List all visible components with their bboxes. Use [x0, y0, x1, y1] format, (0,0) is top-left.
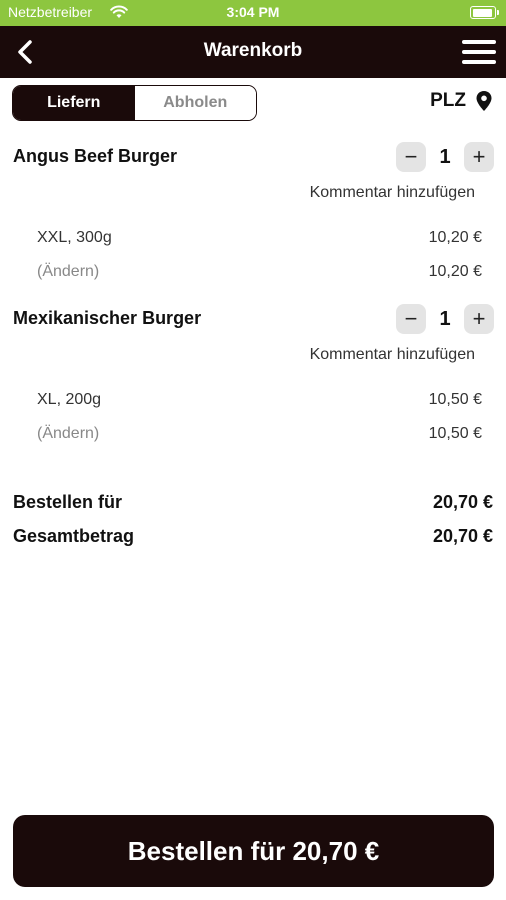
minus-icon[interactable]: − — [396, 304, 426, 334]
plz-selector[interactable]: PLZ — [430, 90, 492, 112]
plus-icon[interactable]: + — [464, 142, 494, 172]
tab-abholen[interactable]: Abholen — [134, 86, 256, 120]
total-label: Gesamtbetrag — [13, 526, 135, 546]
change-option-link[interactable]: (Ändern) — [37, 263, 99, 281]
option-price: 10,20 € — [428, 229, 482, 246]
item-quantity: 1 — [439, 145, 451, 168]
cart-item: Angus Beef Burger − 1 + Kommentar hinzuf… — [0, 142, 506, 296]
plz-label: PLZ — [430, 90, 466, 111]
order-subtotal-row: Bestellen für 20,70 € — [13, 492, 493, 513]
item-option-row: XXL, 300g 10,20 € — [37, 229, 482, 247]
option-label: XL, 200g — [37, 391, 102, 408]
delivery-mode-toggle: Liefern Abholen — [12, 85, 257, 121]
plus-icon[interactable]: + — [464, 304, 494, 334]
add-comment-link[interactable]: Kommentar hinzufügen — [310, 346, 475, 364]
item-name: Mexikanischer Burger — [13, 308, 202, 328]
checkout-button[interactable]: Bestellen für 20,70 € — [13, 815, 494, 887]
item-quantity: 1 — [439, 307, 451, 330]
item-name: Angus Beef Burger — [13, 146, 178, 166]
hamburger-menu-icon[interactable] — [462, 39, 496, 65]
quantity-stepper: − 1 + — [396, 142, 494, 172]
cart-item: Mexikanischer Burger − 1 + Kommentar hin… — [0, 304, 506, 458]
status-time: 3:04 PM — [226, 4, 280, 20]
item-change-row: (Ändern) 10,50 € — [37, 425, 482, 443]
option-label: XXL, 300g — [37, 229, 112, 246]
item-change-row: (Ändern) 10,20 € — [37, 263, 482, 281]
location-pin-icon — [476, 91, 492, 111]
app-header: Warenkorb — [0, 26, 506, 78]
order-value: 20,70 € — [432, 492, 493, 512]
tab-liefern[interactable]: Liefern — [13, 86, 135, 120]
battery-icon — [470, 6, 499, 19]
order-label: Bestellen für — [13, 492, 123, 512]
option-price: 10,50 € — [428, 391, 482, 408]
item-price: 10,20 € — [428, 263, 482, 280]
grand-total-row: Gesamtbetrag 20,70 € — [13, 526, 493, 547]
status-bar: Netzbetreiber 3:04 PM — [0, 0, 506, 26]
change-option-link[interactable]: (Ändern) — [37, 425, 99, 443]
quantity-stepper: − 1 + — [396, 304, 494, 334]
item-price: 10,50 € — [428, 425, 482, 442]
minus-icon[interactable]: − — [396, 142, 426, 172]
page-title: Warenkorb — [203, 40, 303, 61]
total-value: 20,70 € — [432, 526, 493, 546]
add-comment-link[interactable]: Kommentar hinzufügen — [310, 184, 475, 202]
item-option-row: XL, 200g 10,50 € — [37, 391, 482, 409]
